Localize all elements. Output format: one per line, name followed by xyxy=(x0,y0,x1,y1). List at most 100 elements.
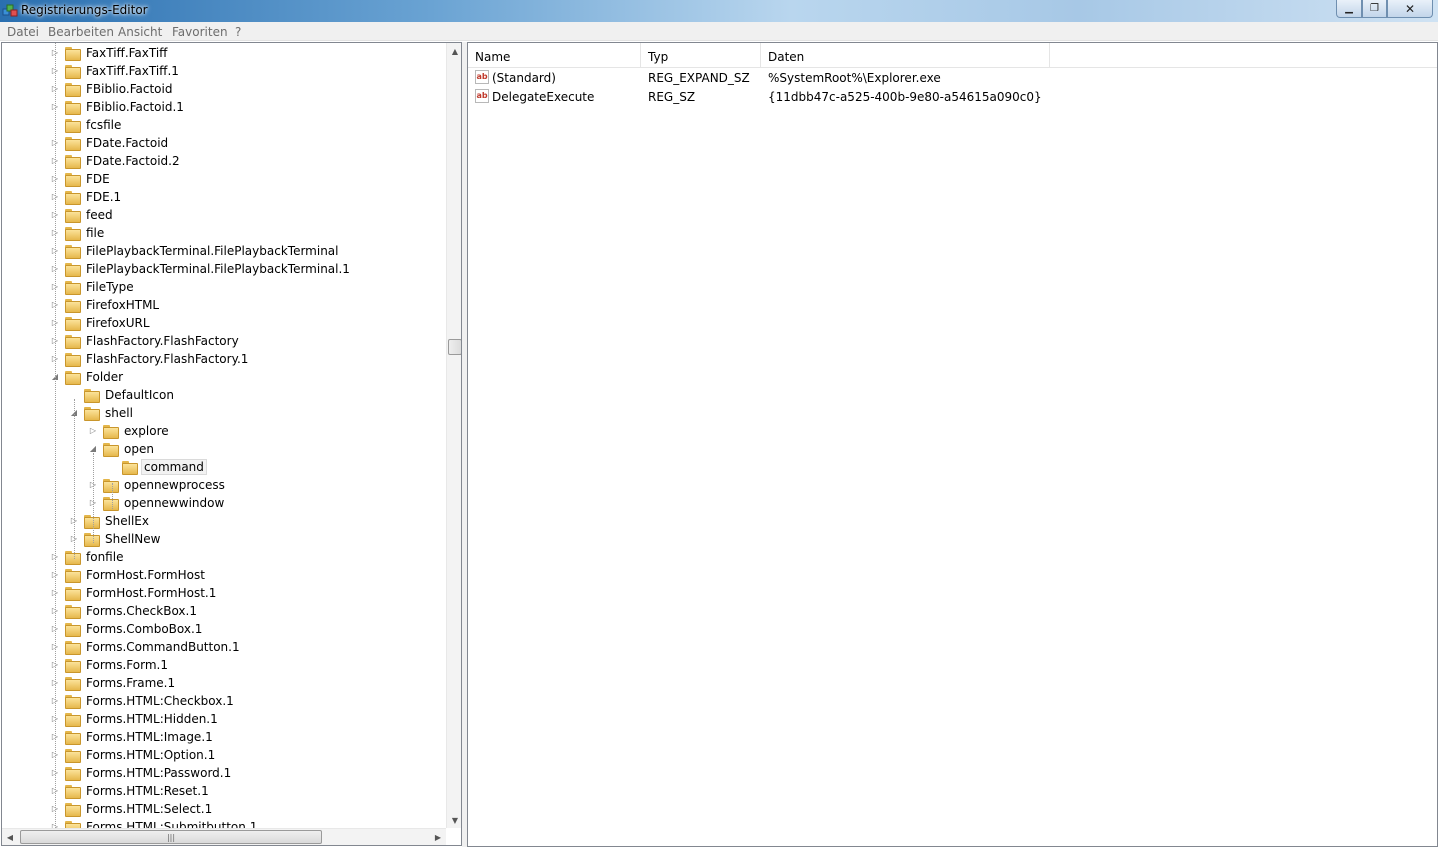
tree-node-label[interactable]: Forms.HTML:Submitbutton.1 xyxy=(84,820,259,828)
tree-node-label[interactable]: FilePlaybackTerminal.FilePlaybackTermina… xyxy=(84,244,341,258)
scroll-left-icon[interactable]: ◀ xyxy=(2,829,18,845)
tree-node[interactable]: ▷ Forms.CommandButton.1 xyxy=(51,638,242,656)
tree-node[interactable]: ▷ Forms.Frame.1 xyxy=(51,674,177,692)
tree-node-label[interactable]: Forms.HTML:Checkbox.1 xyxy=(84,694,236,708)
tree-vertical-scrollbar[interactable]: ▲ ▼ xyxy=(446,43,461,828)
tree-node[interactable]: ▷ FlashFactory.FlashFactory.1 xyxy=(51,350,250,368)
tree-node-label[interactable]: FormHost.FormHost.1 xyxy=(84,586,218,600)
tree-node[interactable]: ▷ FDE.1 xyxy=(51,188,123,206)
tree-node-label[interactable]: command xyxy=(141,459,207,475)
tree-node-label[interactable]: FaxTiff.FaxTiff.1 xyxy=(84,64,181,78)
tree-node[interactable]: ▷ FDate.Factoid.2 xyxy=(51,152,182,170)
tree-node[interactable]: ▷ Forms.HTML:Submitbutton.1 xyxy=(51,818,259,828)
maximize-button[interactable]: ❐ xyxy=(1362,0,1387,18)
tree-node-label[interactable]: FirefoxHTML xyxy=(84,298,161,312)
tree-node-label[interactable]: FDE xyxy=(84,172,112,186)
tree-node[interactable]: ▷ FirefoxHTML xyxy=(51,296,161,314)
column-daten[interactable]: Daten xyxy=(761,43,1050,68)
close-button[interactable]: ✕ xyxy=(1387,0,1433,18)
tree-node[interactable]: ▷ FirefoxURL xyxy=(51,314,152,332)
tree-node[interactable]: ▷ explore xyxy=(89,422,171,440)
tree-node-label[interactable]: FlashFactory.FlashFactory.1 xyxy=(84,352,250,366)
tree-node[interactable]: ▷ Forms.HTML:Image.1 xyxy=(51,728,215,746)
tree-node[interactable]: ▷ feed xyxy=(51,206,115,224)
tree-node-label[interactable]: FirefoxURL xyxy=(84,316,152,330)
menu-datei[interactable]: Datei xyxy=(7,25,39,39)
scroll-right-icon[interactable]: ▶ xyxy=(430,829,446,845)
tree-node-label[interactable]: FaxTiff.FaxTiff xyxy=(84,46,169,60)
tree-node[interactable]: ▷ FormHost.FormHost.1 xyxy=(51,584,218,602)
tree-node[interactable]: fcsfile xyxy=(51,116,123,134)
tree-node-label[interactable]: explore xyxy=(122,424,171,438)
tree-node-label[interactable]: DefaultIcon xyxy=(103,388,176,402)
value-row[interactable]: ab DelegateExecute REG_SZ {11dbb47c-a525-40… xyxy=(468,88,1437,107)
tree-node-label[interactable]: Forms.HTML:Hidden.1 xyxy=(84,712,220,726)
tree-node[interactable]: ▷ FDate.Factoid xyxy=(51,134,170,152)
tree-node[interactable]: ▷ FaxTiff.FaxTiff xyxy=(51,44,169,62)
tree-node[interactable]: ▷ FaxTiff.FaxTiff.1 xyxy=(51,62,181,80)
tree-node[interactable]: ▷ FilePlaybackTerminal.FilePlaybackTermin… xyxy=(51,242,341,260)
menu-help[interactable]: ? xyxy=(235,25,241,39)
tree-node-label[interactable]: opennewprocess xyxy=(122,478,227,492)
minimize-button[interactable]: ▁ xyxy=(1336,0,1362,18)
tree-node-label[interactable]: Forms.HTML:Reset.1 xyxy=(84,784,211,798)
tree-node-label[interactable]: open xyxy=(122,442,156,456)
tree-node[interactable]: ▷ FilePlaybackTerminal.FilePlaybackTermin… xyxy=(51,260,352,278)
tree-node[interactable]: ▷ FlashFactory.FlashFactory xyxy=(51,332,241,350)
tree-node-label[interactable]: FBiblio.Factoid.1 xyxy=(84,100,186,114)
tree-node-label[interactable]: Forms.ComboBox.1 xyxy=(84,622,204,636)
scroll-down-icon[interactable]: ▼ xyxy=(447,812,461,828)
tree-node-label[interactable]: FDE.1 xyxy=(84,190,123,204)
tree-node-label[interactable]: file xyxy=(84,226,106,240)
tree-node-label[interactable]: ShellNew xyxy=(103,532,162,546)
tree-node-label[interactable]: fonfile xyxy=(84,550,125,564)
tree-node-label[interactable]: Forms.Frame.1 xyxy=(84,676,177,690)
tree-node-label[interactable]: feed xyxy=(84,208,115,222)
tree-node-label[interactable]: Folder xyxy=(84,370,125,384)
tree-node-label[interactable]: Forms.CommandButton.1 xyxy=(84,640,242,654)
tree-node[interactable]: ▷ opennewprocess xyxy=(89,476,227,494)
tree-node[interactable]: ▷ Forms.HTML:Reset.1 xyxy=(51,782,211,800)
tree-node[interactable]: ▷ fonfile xyxy=(51,548,125,566)
tree-node[interactable]: ▷ FDE xyxy=(51,170,112,188)
tree-node[interactable]: ▷ Forms.HTML:Checkbox.1 xyxy=(51,692,236,710)
tree-node-label[interactable]: Forms.Form.1 xyxy=(84,658,170,672)
tree-node[interactable]: ▷ Forms.HTML:Password.1 xyxy=(51,764,233,782)
tree-node-label[interactable]: shell xyxy=(103,406,135,420)
tree-node-label[interactable]: Forms.HTML:Password.1 xyxy=(84,766,233,780)
tree-node[interactable]: ▷ Forms.HTML:Hidden.1 xyxy=(51,710,220,728)
tree-node[interactable]: ▷ Forms.Form.1 xyxy=(51,656,170,674)
scroll-up-icon[interactable]: ▲ xyxy=(447,43,461,59)
tree-node-label[interactable]: Forms.HTML:Select.1 xyxy=(84,802,214,816)
collapse-arrow-icon[interactable]: ◢ xyxy=(89,445,97,453)
column-name[interactable]: Name xyxy=(468,43,641,68)
tree-node-label[interactable]: FDate.Factoid xyxy=(84,136,170,150)
tree-node[interactable]: ◢ Folder xyxy=(51,368,125,386)
tree-node-label[interactable]: FBiblio.Factoid xyxy=(84,82,174,96)
value-row[interactable]: ab (Standard) REG_EXPAND_SZ %SystemRoot%\Ex… xyxy=(468,69,1437,88)
tree-node-label[interactable]: ShellEx xyxy=(103,514,151,528)
tree-node[interactable]: ▷ file xyxy=(51,224,106,242)
value-name[interactable]: DelegateExecute xyxy=(492,90,594,104)
tree-node-label[interactable]: Forms.HTML:Image.1 xyxy=(84,730,215,744)
tree-node[interactable]: command xyxy=(108,458,207,476)
tree-node[interactable]: ▷ ShellEx xyxy=(70,512,151,530)
tree-node[interactable]: ▷ Forms.HTML:Option.1 xyxy=(51,746,217,764)
tree-node[interactable]: DefaultIcon xyxy=(70,386,176,404)
tree-node-label[interactable]: FDate.Factoid.2 xyxy=(84,154,182,168)
tree-node-label[interactable]: Forms.CheckBox.1 xyxy=(84,604,199,618)
tree-horizontal-scrollbar[interactable]: ◀ ||| ▶ xyxy=(2,828,446,845)
tree-node[interactable]: ▷ FileType xyxy=(51,278,136,296)
tree-node[interactable]: ▷ FormHost.FormHost xyxy=(51,566,207,584)
tree-node[interactable]: ◢ shell xyxy=(70,404,135,422)
tree-node-label[interactable]: opennewwindow xyxy=(122,496,226,510)
tree-node[interactable]: ▷ Forms.CheckBox.1 xyxy=(51,602,199,620)
tree-node-label[interactable]: FilePlaybackTerminal.FilePlaybackTermina… xyxy=(84,262,352,276)
value-name[interactable]: (Standard) xyxy=(492,71,556,85)
tree-node[interactable]: ▷ Forms.HTML:Select.1 xyxy=(51,800,214,818)
tree-node[interactable]: ◢ open xyxy=(89,440,156,458)
expand-arrow-icon[interactable]: ▷ xyxy=(89,427,97,435)
tree-node[interactable]: ▷ FBiblio.Factoid.1 xyxy=(51,98,186,116)
tree-node-label[interactable]: Forms.HTML:Option.1 xyxy=(84,748,217,762)
tree-node-label[interactable]: FormHost.FormHost xyxy=(84,568,207,582)
